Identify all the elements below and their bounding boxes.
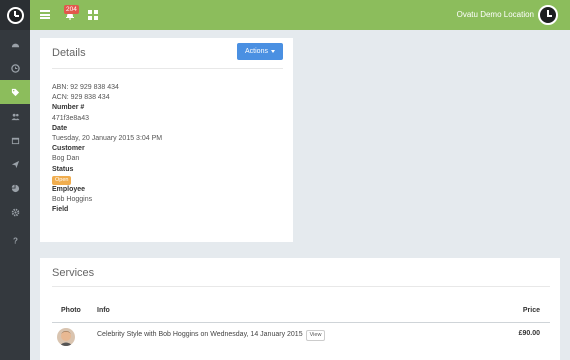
- pie-chart-icon: [11, 184, 19, 192]
- service-info-text: Celebrity Style with Bob Hoggins on Wedn…: [97, 331, 303, 338]
- customer-value[interactable]: Bog Dan: [52, 154, 162, 164]
- status-label: Status: [52, 165, 74, 173]
- details-body: ABN: 92 929 838 434 ACN: 929 838 434 Num…: [52, 83, 162, 215]
- sidebar-item-help[interactable]: ?: [0, 228, 30, 252]
- details-title: Details: [52, 47, 86, 59]
- sidebar-item-calendar[interactable]: [0, 128, 30, 152]
- actions-button[interactable]: Actions: [237, 43, 283, 60]
- clock-logo-icon: [6, 6, 24, 24]
- view-button[interactable]: View: [305, 330, 326, 341]
- users-icon: [10, 113, 20, 120]
- apps-grid-icon[interactable]: [88, 10, 98, 20]
- dashboard-icon: [11, 43, 19, 47]
- sidebar-item-users[interactable]: [0, 104, 30, 128]
- account-clock-icon[interactable]: [538, 5, 558, 25]
- employee-label: Employee: [52, 185, 86, 193]
- help-icon: ?: [13, 236, 18, 244]
- abn-text: ABN: 92 929 838 434: [52, 84, 119, 91]
- sidebar-item-reports[interactable]: [0, 176, 30, 200]
- details-card: Details Actions ABN: 92 929 838 434 ACN:…: [40, 38, 293, 242]
- number-label: Number #: [52, 104, 85, 112]
- status-badge: Open: [52, 175, 72, 185]
- column-header-price: Price: [522, 307, 540, 314]
- services-card: Services Photo Info Price Celebrity Styl…: [40, 258, 560, 360]
- sidebar-item-dashboard[interactable]: [0, 32, 30, 56]
- services-title: Services: [52, 267, 95, 279]
- column-header-info: Info: [97, 307, 110, 314]
- logo[interactable]: [0, 0, 30, 30]
- number-value: 471f3e8a43: [52, 114, 89, 122]
- employee-value: Bob Hoggins: [52, 196, 93, 204]
- employee-photo: [57, 328, 75, 346]
- sidebar: ?: [0, 0, 30, 360]
- svg-text:?: ?: [13, 236, 18, 244]
- date-value: Tuesday, 20 January 2015 3:04 PM: [52, 134, 163, 142]
- customer-label: Customer: [52, 145, 85, 153]
- notification-badge: 204: [64, 5, 79, 14]
- gear-icon: [11, 208, 19, 216]
- sidebar-item-settings[interactable]: [0, 200, 30, 224]
- menu-icon[interactable]: [40, 10, 50, 19]
- table-row: Celebrity Style with Bob Hoggins on Wedn…: [97, 330, 326, 341]
- top-bar: 204 Ovatu Demo Location: [30, 0, 570, 30]
- column-header-photo: Photo: [61, 307, 81, 314]
- actions-label: Actions: [245, 48, 268, 55]
- send-icon: [11, 160, 19, 168]
- divider: [52, 68, 283, 69]
- sidebar-item-send[interactable]: [0, 152, 30, 176]
- sidebar-item-tag[interactable]: [0, 80, 30, 104]
- clock-icon: [10, 63, 20, 73]
- divider: [52, 286, 550, 287]
- tag-icon: [11, 88, 19, 96]
- sidebar-item-clock[interactable]: [0, 56, 30, 80]
- table-header-divider: [52, 322, 550, 323]
- field-label: Field: [52, 206, 69, 214]
- date-label: Date: [52, 124, 68, 132]
- caret-down-icon: [270, 50, 275, 53]
- service-price: £90.00: [518, 330, 540, 337]
- acn-text: ACN: 929 838 434: [52, 94, 110, 102]
- calendar-icon: [11, 137, 19, 144]
- location-name[interactable]: Ovatu Demo Location: [457, 10, 534, 19]
